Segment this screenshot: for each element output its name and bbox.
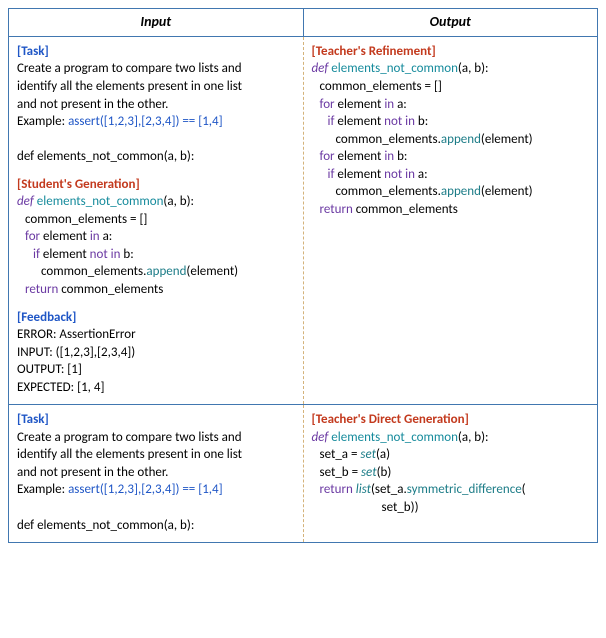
example-prefix: Example: <box>17 482 68 497</box>
code-line: def elements_not_common(a, b): <box>312 429 590 447</box>
code-line: set_b)) <box>312 499 590 517</box>
code-line: common_elements.append(element) <box>17 263 295 281</box>
teacher-refinement-block: [Teacher's Refinement] def elements_not_… <box>312 43 590 218</box>
task-desc: and not present in the other. <box>17 464 295 482</box>
row2-output-cell: [Teacher's Direct Generation] def elemen… <box>304 405 598 542</box>
code-line: if element not in b: <box>17 246 295 264</box>
task-desc: Create a program to compare two lists an… <box>17 429 295 447</box>
task-desc: and not present in the other. <box>17 96 295 114</box>
header-input: Input <box>9 9 304 36</box>
task-block: [Task] Create a program to compare two l… <box>17 43 295 166</box>
example-code: assert([1,2,3],[2,3,4]) == [1,4] <box>68 482 223 497</box>
code-line: if element not in a: <box>312 166 590 184</box>
task-label: [Task] <box>17 44 49 59</box>
teacher-direct-block: [Teacher's Direct Generation] def elemen… <box>312 411 590 516</box>
example-code: assert([1,2,3],[2,3,4]) == [1,4] <box>68 114 223 129</box>
task-desc: identify all the elements present in one… <box>17 78 295 96</box>
code-line: common_elements = [] <box>312 78 590 96</box>
task-desc: identify all the elements present in one… <box>17 446 295 464</box>
code-line: set_a = set(a) <box>312 446 590 464</box>
code-line: for element in a: <box>312 96 590 114</box>
header-row: Input Output <box>9 9 597 37</box>
teacher-direct-label: [Teacher's Direct Generation] <box>312 412 469 427</box>
code-line: for element in b: <box>312 148 590 166</box>
feedback-label: [Feedback] <box>17 310 76 325</box>
code-line: set_b = set(b) <box>312 464 590 482</box>
teacher-refine-label: [Teacher's Refinement] <box>312 44 436 59</box>
code-line: common_elements.append(element) <box>312 131 590 149</box>
task-desc: Create a program to compare two lists an… <box>17 60 295 78</box>
feedback-line: EXPECTED: [1, 4] <box>17 379 295 397</box>
code-line: def elements_not_common(a, b): <box>17 193 295 211</box>
code-line: return common_elements <box>312 201 590 219</box>
code-line: return list(set_a.symmetric_difference( <box>312 481 590 499</box>
row1-output-cell: [Teacher's Refinement] def elements_not_… <box>304 37 598 404</box>
task-label: [Task] <box>17 412 49 427</box>
example-table: Input Output [Task] Create a program to … <box>8 8 598 543</box>
code-line: for element in a: <box>17 228 295 246</box>
feedback-line: OUTPUT: [1] <box>17 361 295 379</box>
student-block: [Student's Generation] def elements_not_… <box>17 176 295 299</box>
code-line: if element not in b: <box>312 113 590 131</box>
code-line: common_elements.append(element) <box>312 183 590 201</box>
row-refinement: [Task] Create a program to compare two l… <box>9 37 597 405</box>
code-line: common_elements = [] <box>17 211 295 229</box>
feedback-line: INPUT: ([1,2,3],[2,3,4]) <box>17 344 295 362</box>
example-prefix: Example: <box>17 114 68 129</box>
row2-input-cell: [Task] Create a program to compare two l… <box>9 405 304 542</box>
code-line: def elements_not_common(a, b): <box>312 60 590 78</box>
feedback-line: ERROR: AssertionError <box>17 326 295 344</box>
feedback-block: [Feedback] ERROR: AssertionError INPUT: … <box>17 309 295 397</box>
def-stub: def elements_not_common(a, b): <box>17 148 295 166</box>
row1-input-cell: [Task] Create a program to compare two l… <box>9 37 304 404</box>
code-line: return common_elements <box>17 281 295 299</box>
task-block-2: [Task] Create a program to compare two l… <box>17 411 295 534</box>
student-label: [Student's Generation] <box>17 177 140 192</box>
header-output: Output <box>304 9 598 36</box>
row-direct: [Task] Create a program to compare two l… <box>9 405 597 542</box>
def-stub: def elements_not_common(a, b): <box>17 517 295 535</box>
